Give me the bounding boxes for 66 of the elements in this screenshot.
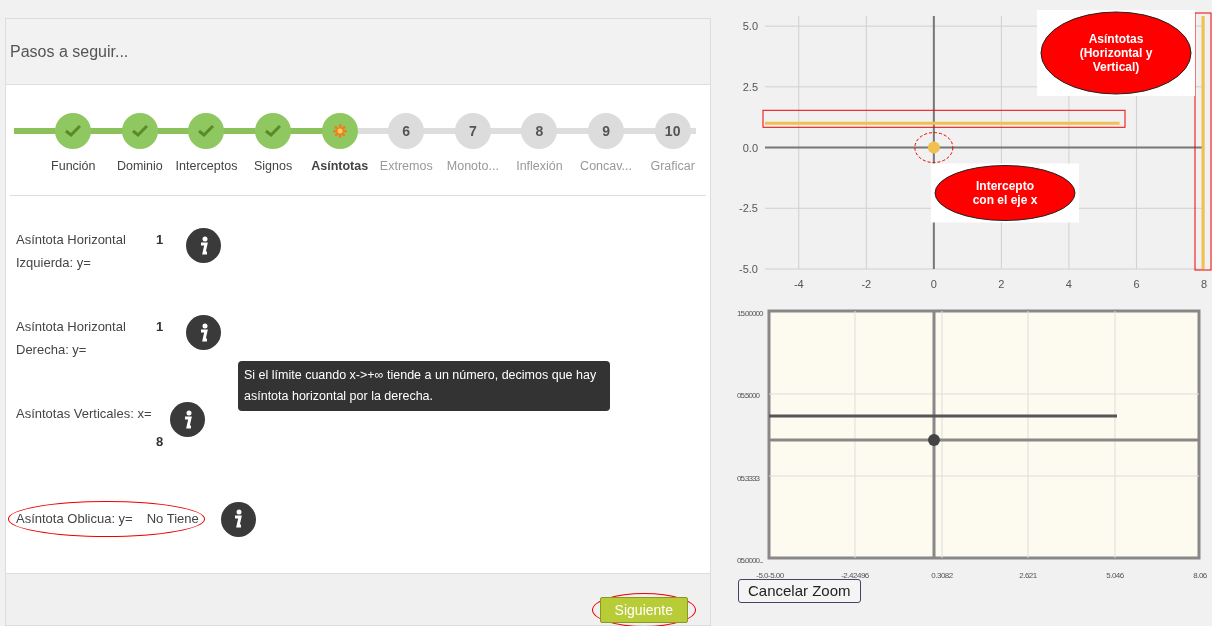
tick-label: 0.3082 — [931, 571, 953, 580]
field-value: 1 — [156, 231, 165, 249]
step-label: Signos — [253, 158, 293, 175]
tick-label: 15.00000 — [737, 309, 763, 318]
tick-label: 5.0 — [742, 20, 758, 33]
step-marker[interactable]: 6 — [388, 113, 425, 149]
step-label: Graficar — [650, 158, 695, 175]
field-value: No Tiene — [146, 510, 199, 529]
tick-label: 2 — [998, 278, 1005, 290]
step-marker[interactable] — [188, 113, 225, 149]
info-icon[interactable] — [220, 501, 256, 537]
step-marker[interactable] — [121, 113, 158, 149]
tick-label: 0 — [930, 278, 937, 290]
cancel-zoom-button[interactable]: Cancelar Zoom — [738, 579, 861, 603]
field-label: Asíntota Horizontal Derecha: y= — [16, 318, 127, 359]
check-icon — [198, 125, 215, 137]
tick-label: 05.5000 — [737, 391, 759, 400]
tick-label: 5.046 — [1106, 571, 1124, 580]
tick-label: 05.0000... — [737, 556, 763, 565]
tick-label: 2.621 — [1019, 571, 1037, 580]
callout-text: Intercepto con el eje x — [972, 179, 1038, 207]
check-icon — [65, 125, 82, 137]
tick-label: -2 — [861, 278, 872, 290]
step-label: Función — [51, 158, 96, 175]
field-value: 1 — [156, 318, 165, 336]
panel-title: Pasos a seguir... — [10, 41, 129, 62]
tick-label: 05.3333 — [737, 474, 759, 483]
tick-label: -5.0-5.00 — [756, 571, 784, 580]
field-value: 8 — [156, 433, 165, 451]
callout-text: Asíntotas (Horizontal y Vertical) — [1079, 32, 1153, 74]
tick-label: 8 — [1200, 278, 1208, 290]
tick-label: 2.5 — [742, 80, 758, 93]
tick-label: -4 — [793, 278, 804, 290]
tick-label: 6 — [1133, 278, 1140, 290]
step-label: Asíntotas — [311, 158, 369, 175]
check-icon — [131, 125, 148, 137]
step-label: Interceptos — [175, 158, 238, 175]
step-label: Inflexión — [516, 158, 563, 175]
tooltip: Si el límite cuando x->+∞ tiende a un número, decimos que hay asíntota horizontal por la derecha. — [238, 361, 610, 411]
step-marker[interactable]: 8 — [521, 113, 558, 149]
highlight-ellipse — [914, 132, 954, 164]
info-icon[interactable] — [186, 228, 221, 263]
tick-label: 4 — [1065, 278, 1072, 290]
tick-label: -2.5 — [739, 202, 758, 215]
step-label: Concav... — [580, 158, 632, 175]
step-marker[interactable]: 10 — [654, 113, 691, 149]
field-label: Asíntotas Verticales: x= — [16, 405, 153, 423]
step-marker[interactable] — [255, 113, 292, 149]
tick-label: -2.42496 — [841, 571, 869, 580]
step-marker[interactable] — [55, 113, 92, 149]
field-label: Asíntota Oblicua: y= — [16, 510, 133, 529]
step-marker[interactable]: 9 — [588, 113, 625, 149]
tick-label: 0.0 — [742, 141, 758, 154]
step-label: Monoto... — [446, 158, 499, 175]
step-label: Dominio — [116, 158, 163, 175]
step-label: Extremos — [379, 158, 433, 175]
info-icon[interactable] — [186, 315, 221, 350]
tick-label: -5.0 — [739, 263, 758, 275]
asterisk-icon — [331, 123, 348, 139]
field-label: Asíntota Horizontal Izquierda: y= — [16, 231, 127, 272]
step-marker[interactable] — [321, 113, 358, 149]
intercept-point — [927, 141, 940, 154]
step-marker[interactable]: 7 — [454, 113, 491, 149]
info-icon[interactable] — [170, 402, 205, 437]
check-icon — [265, 125, 282, 137]
tick-label: 8.06 — [1193, 571, 1207, 580]
